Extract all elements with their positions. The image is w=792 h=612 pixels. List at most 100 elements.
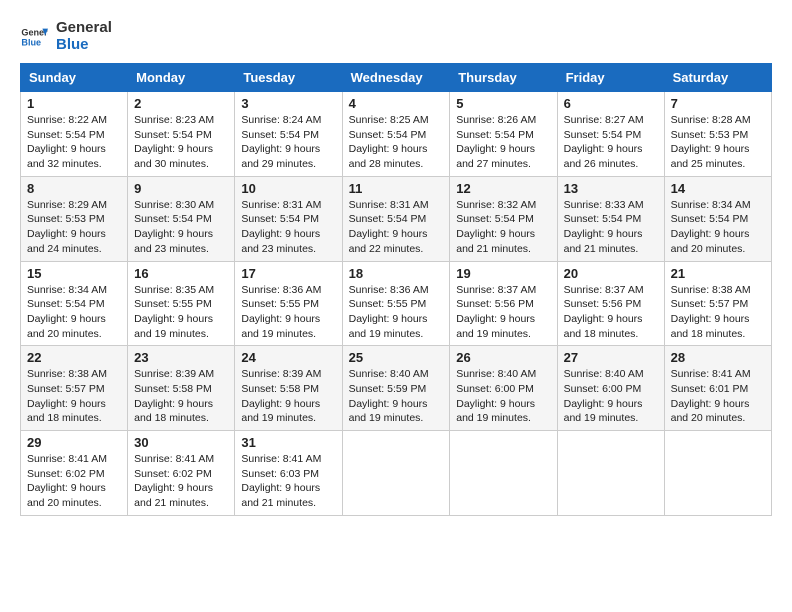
day-number: 25 [349, 350, 444, 365]
day-number: 18 [349, 266, 444, 281]
day-number: 31 [241, 435, 335, 450]
calendar-cell: 17Sunrise: 8:36 AMSunset: 5:55 PMDayligh… [235, 261, 342, 346]
calendar-cell: 25 Sunrise: 8:40 AMSunset: 5:59 PMDayligh… [342, 346, 450, 431]
calendar-cell: 20 Sunrise: 8:37 AMSunset: 5:56 PMDayligh… [557, 261, 664, 346]
header-tuesday: Tuesday [235, 64, 342, 92]
svg-text:Blue: Blue [21, 37, 41, 47]
cell-content: Sunrise: 8:41 AMSunset: 6:03 PMDaylight:… [241, 452, 335, 511]
page-header: General Blue General Blue [20, 20, 772, 53]
calendar-cell: 27 Sunrise: 8:40 AMSunset: 6:00 PMDayligh… [557, 346, 664, 431]
calendar-cell [557, 431, 664, 516]
cell-content: Sunrise: 8:41 AMSunset: 6:02 PMDaylight:… [134, 452, 228, 511]
day-number: 20 [564, 266, 658, 281]
calendar-cell: 16Sunrise: 8:35 AMSunset: 5:55 PMDayligh… [128, 261, 235, 346]
day-number: 11 [349, 181, 444, 196]
logo: General Blue General Blue [20, 20, 112, 53]
header-row: SundayMondayTuesdayWednesdayThursdayFrid… [21, 64, 772, 92]
cell-content: Sunrise: 8:40 AMSunset: 5:59 PMDaylight:… [349, 367, 444, 426]
week-row-1: 1 Sunrise: 8:22 AMSunset: 5:54 PMDaylight… [21, 92, 772, 177]
cell-content: Sunrise: 8:39 AMSunset: 5:58 PMDaylight:… [134, 367, 228, 426]
header-friday: Friday [557, 64, 664, 92]
day-number: 21 [671, 266, 765, 281]
calendar-cell: 26Sunrise: 8:40 AMSunset: 6:00 PMDayligh… [450, 346, 557, 431]
cell-content: Sunrise: 8:22 AMSunset: 5:54 PMDaylight:… [27, 113, 121, 172]
calendar-cell: 8 Sunrise: 8:29 AMSunset: 5:53 PMDaylight… [21, 176, 128, 261]
calendar-cell: 7 Sunrise: 8:28 AMSunset: 5:53 PMDaylight… [664, 92, 771, 177]
header-thursday: Thursday [450, 64, 557, 92]
calendar-cell: 30 Sunrise: 8:41 AMSunset: 6:02 PMDayligh… [128, 431, 235, 516]
day-number: 3 [241, 96, 335, 111]
week-row-4: 22 Sunrise: 8:38 AMSunset: 5:57 PMDayligh… [21, 346, 772, 431]
calendar-cell: 3 Sunrise: 8:24 AMSunset: 5:54 PMDaylight… [235, 92, 342, 177]
calendar-cell: 14Sunrise: 8:34 AMSunset: 5:54 PMDayligh… [664, 176, 771, 261]
calendar-cell: 9 Sunrise: 8:30 AMSunset: 5:54 PMDaylight… [128, 176, 235, 261]
calendar-cell: 10Sunrise: 8:31 AMSunset: 5:54 PMDayligh… [235, 176, 342, 261]
day-number: 24 [241, 350, 335, 365]
calendar-cell: 24 Sunrise: 8:39 AMSunset: 5:58 PMDayligh… [235, 346, 342, 431]
day-number: 4 [349, 96, 444, 111]
cell-content: Sunrise: 8:38 AMSunset: 5:57 PMDaylight:… [671, 283, 765, 342]
day-number: 9 [134, 181, 228, 196]
day-number: 28 [671, 350, 765, 365]
day-number: 27 [564, 350, 658, 365]
calendar-cell: 22 Sunrise: 8:38 AMSunset: 5:57 PMDayligh… [21, 346, 128, 431]
cell-content: Sunrise: 8:39 AMSunset: 5:58 PMDaylight:… [241, 367, 335, 426]
day-number: 5 [456, 96, 550, 111]
calendar-cell: 4 Sunrise: 8:25 AMSunset: 5:54 PMDaylight… [342, 92, 450, 177]
calendar-table: SundayMondayTuesdayWednesdayThursdayFrid… [20, 63, 772, 516]
cell-content: Sunrise: 8:38 AMSunset: 5:57 PMDaylight:… [27, 367, 121, 426]
cell-content: Sunrise: 8:35 AMSunset: 5:55 PMDaylight:… [134, 283, 228, 342]
calendar-cell: 29Sunrise: 8:41 AMSunset: 6:02 PMDayligh… [21, 431, 128, 516]
day-number: 19 [456, 266, 550, 281]
day-number: 8 [27, 181, 121, 196]
day-number: 7 [671, 96, 765, 111]
calendar-cell: 21 Sunrise: 8:38 AMSunset: 5:57 PMDayligh… [664, 261, 771, 346]
header-monday: Monday [128, 64, 235, 92]
day-number: 6 [564, 96, 658, 111]
cell-content: Sunrise: 8:24 AMSunset: 5:54 PMDaylight:… [241, 113, 335, 172]
cell-content: Sunrise: 8:25 AMSunset: 5:54 PMDaylight:… [349, 113, 444, 172]
cell-content: Sunrise: 8:26 AMSunset: 5:54 PMDaylight:… [456, 113, 550, 172]
week-row-3: 15 Sunrise: 8:34 AMSunset: 5:54 PMDayligh… [21, 261, 772, 346]
cell-content: Sunrise: 8:28 AMSunset: 5:53 PMDaylight:… [671, 113, 765, 172]
day-number: 23 [134, 350, 228, 365]
day-number: 22 [27, 350, 121, 365]
cell-content: Sunrise: 8:36 AMSunset: 5:55 PMDaylight:… [349, 283, 444, 342]
day-number: 12 [456, 181, 550, 196]
calendar-cell: 12 Sunrise: 8:32 AMSunset: 5:54 PMDayligh… [450, 176, 557, 261]
calendar-cell: 15 Sunrise: 8:34 AMSunset: 5:54 PMDayligh… [21, 261, 128, 346]
week-row-2: 8 Sunrise: 8:29 AMSunset: 5:53 PMDaylight… [21, 176, 772, 261]
logo-icon: General Blue [20, 23, 48, 51]
day-number: 29 [27, 435, 121, 450]
cell-content: Sunrise: 8:29 AMSunset: 5:53 PMDaylight:… [27, 198, 121, 257]
day-number: 30 [134, 435, 228, 450]
calendar-cell [450, 431, 557, 516]
calendar-cell: 1 Sunrise: 8:22 AMSunset: 5:54 PMDaylight… [21, 92, 128, 177]
day-number: 26 [456, 350, 550, 365]
day-number: 13 [564, 181, 658, 196]
calendar-cell: 23 Sunrise: 8:39 AMSunset: 5:58 PMDayligh… [128, 346, 235, 431]
header-sunday: Sunday [21, 64, 128, 92]
logo-general: General [56, 20, 112, 37]
day-number: 1 [27, 96, 121, 111]
calendar-cell: 28Sunrise: 8:41 AMSunset: 6:01 PMDayligh… [664, 346, 771, 431]
header-saturday: Saturday [664, 64, 771, 92]
cell-content: Sunrise: 8:34 AMSunset: 5:54 PMDaylight:… [27, 283, 121, 342]
day-number: 17 [241, 266, 335, 281]
cell-content: Sunrise: 8:40 AMSunset: 6:00 PMDaylight:… [564, 367, 658, 426]
day-number: 10 [241, 181, 335, 196]
week-row-5: 29 Sunrise: 8:41 AMSunset: 6:02 PMDayligh… [21, 431, 772, 516]
cell-content: Sunrise: 8:23 AMSunset: 5:54 PMDaylight:… [134, 113, 228, 172]
cell-content: Sunrise: 8:32 AMSunset: 5:54 PMDaylight:… [456, 198, 550, 257]
cell-content: Sunrise: 8:27 AMSunset: 5:54 PMDaylight:… [564, 113, 658, 172]
logo-blue: Blue [56, 37, 112, 54]
cell-content: Sunrise: 8:37 AMSunset: 5:56 PMDaylight:… [456, 283, 550, 342]
cell-content: Sunrise: 8:37 AMSunset: 5:56 PMDaylight:… [564, 283, 658, 342]
calendar-cell: 13Sunrise: 8:33 AMSunset: 5:54 PMDayligh… [557, 176, 664, 261]
cell-content: Sunrise: 8:30 AMSunset: 5:54 PMDaylight:… [134, 198, 228, 257]
calendar-cell: 19 Sunrise: 8:37 AMSunset: 5:56 PMDayligh… [450, 261, 557, 346]
header-wednesday: Wednesday [342, 64, 450, 92]
calendar-cell: 6 Sunrise: 8:27 AMSunset: 5:54 PMDaylight… [557, 92, 664, 177]
day-number: 2 [134, 96, 228, 111]
day-number: 15 [27, 266, 121, 281]
